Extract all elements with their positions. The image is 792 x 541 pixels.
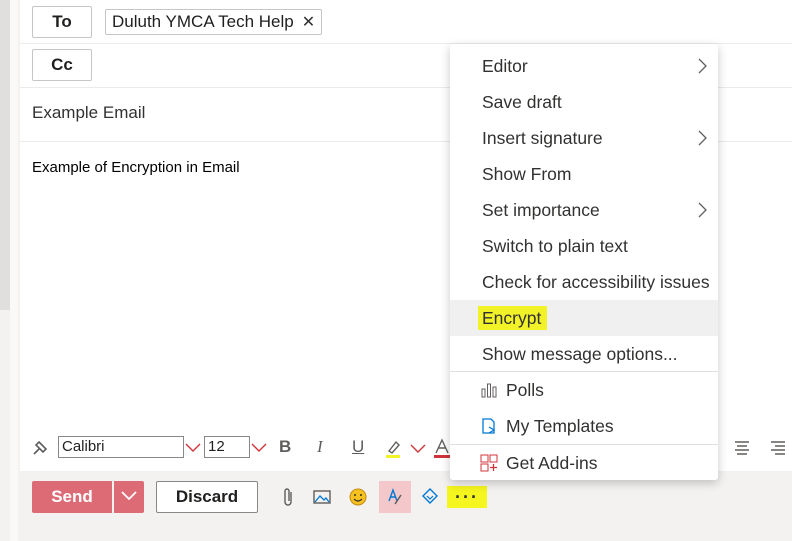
menu-item-label: Get Add-ins xyxy=(506,452,598,473)
font-name-dropdown-icon[interactable] xyxy=(185,440,201,458)
menu-item-label: Encrypt xyxy=(478,305,548,330)
add-ins-icon xyxy=(480,454,498,472)
menu-item-label: Insert signature xyxy=(482,127,603,148)
subject-field[interactable]: Example Email xyxy=(32,103,145,123)
highlight-dropdown-icon[interactable] xyxy=(406,436,430,460)
menu-item-set-importance[interactable]: Set importance xyxy=(450,192,718,228)
menu-item-label: My Templates xyxy=(506,415,614,436)
menu-item-message-options[interactable]: Show message options... xyxy=(450,336,718,372)
menu-item-label: Editor xyxy=(482,55,528,76)
loop-icon[interactable] xyxy=(418,485,442,509)
cc-button[interactable]: Cc xyxy=(32,49,92,81)
menu-item-label: Show From xyxy=(482,163,572,184)
align-center-icon[interactable] xyxy=(730,436,754,460)
chevron-right-icon xyxy=(698,130,708,151)
remove-recipient-icon[interactable]: ✕ xyxy=(302,12,315,32)
polls-icon xyxy=(480,381,498,399)
menu-item-polls[interactable]: Polls xyxy=(450,372,718,408)
emoji-icon[interactable] xyxy=(346,485,370,509)
menu-item-label: Save draft xyxy=(482,91,562,112)
left-pane-edge xyxy=(0,0,10,310)
menu-item-encrypt[interactable]: Encrypt xyxy=(450,300,718,336)
menu-item-editor[interactable]: Editor xyxy=(450,48,718,84)
recipient-chip[interactable]: Duluth YMCA Tech Help ✕ xyxy=(105,9,323,35)
send-button[interactable]: Send xyxy=(32,481,112,513)
bold-button[interactable]: B xyxy=(279,437,291,457)
menu-item-label: Set importance xyxy=(482,199,600,220)
menu-item-show-from[interactable]: Show From xyxy=(450,156,718,192)
send-options-button[interactable] xyxy=(114,481,144,513)
insert-picture-icon[interactable] xyxy=(310,485,334,509)
menu-item-get-add-ins[interactable]: Get Add-ins xyxy=(450,445,718,481)
to-button[interactable]: To xyxy=(32,6,92,38)
message-body[interactable]: Example of Encryption in Email xyxy=(32,159,240,176)
align-right-icon[interactable] xyxy=(766,436,790,460)
font-name-input[interactable]: Calibri xyxy=(58,436,184,458)
discard-button[interactable]: Discard xyxy=(156,481,258,513)
chevron-right-icon xyxy=(698,202,708,223)
menu-item-label: Show message options... xyxy=(482,343,678,364)
highlight-icon[interactable] xyxy=(382,436,406,460)
font-size-input[interactable]: 12 xyxy=(204,436,250,458)
more-options-menu: Editor Save draft Insert signature Show … xyxy=(450,44,718,480)
format-painter-icon[interactable] xyxy=(28,436,52,460)
left-pane-gutter xyxy=(10,0,18,541)
chevron-right-icon xyxy=(698,58,708,79)
menu-item-insert-signature[interactable]: Insert signature xyxy=(450,120,718,156)
menu-item-plain-text[interactable]: Switch to plain text xyxy=(450,228,718,264)
menu-item-label: Switch to plain text xyxy=(482,235,628,256)
menu-item-my-templates[interactable]: My Templates xyxy=(450,408,718,444)
menu-item-label: Polls xyxy=(506,379,544,400)
attach-icon[interactable] xyxy=(276,485,300,509)
menu-item-save-draft[interactable]: Save draft xyxy=(450,84,718,120)
underline-button[interactable]: U xyxy=(352,437,364,457)
editor-icon[interactable] xyxy=(379,481,411,513)
menu-item-accessibility[interactable]: Check for accessibility issues xyxy=(450,264,718,300)
recipient-name: Duluth YMCA Tech Help xyxy=(112,12,294,31)
chevron-down-icon xyxy=(121,488,137,506)
font-size-dropdown-icon[interactable] xyxy=(251,440,267,458)
italic-button[interactable]: I xyxy=(317,437,323,457)
templates-icon xyxy=(480,417,498,435)
menu-item-label: Check for accessibility issues xyxy=(482,271,710,292)
more-options-button[interactable]: ··· xyxy=(447,486,487,508)
